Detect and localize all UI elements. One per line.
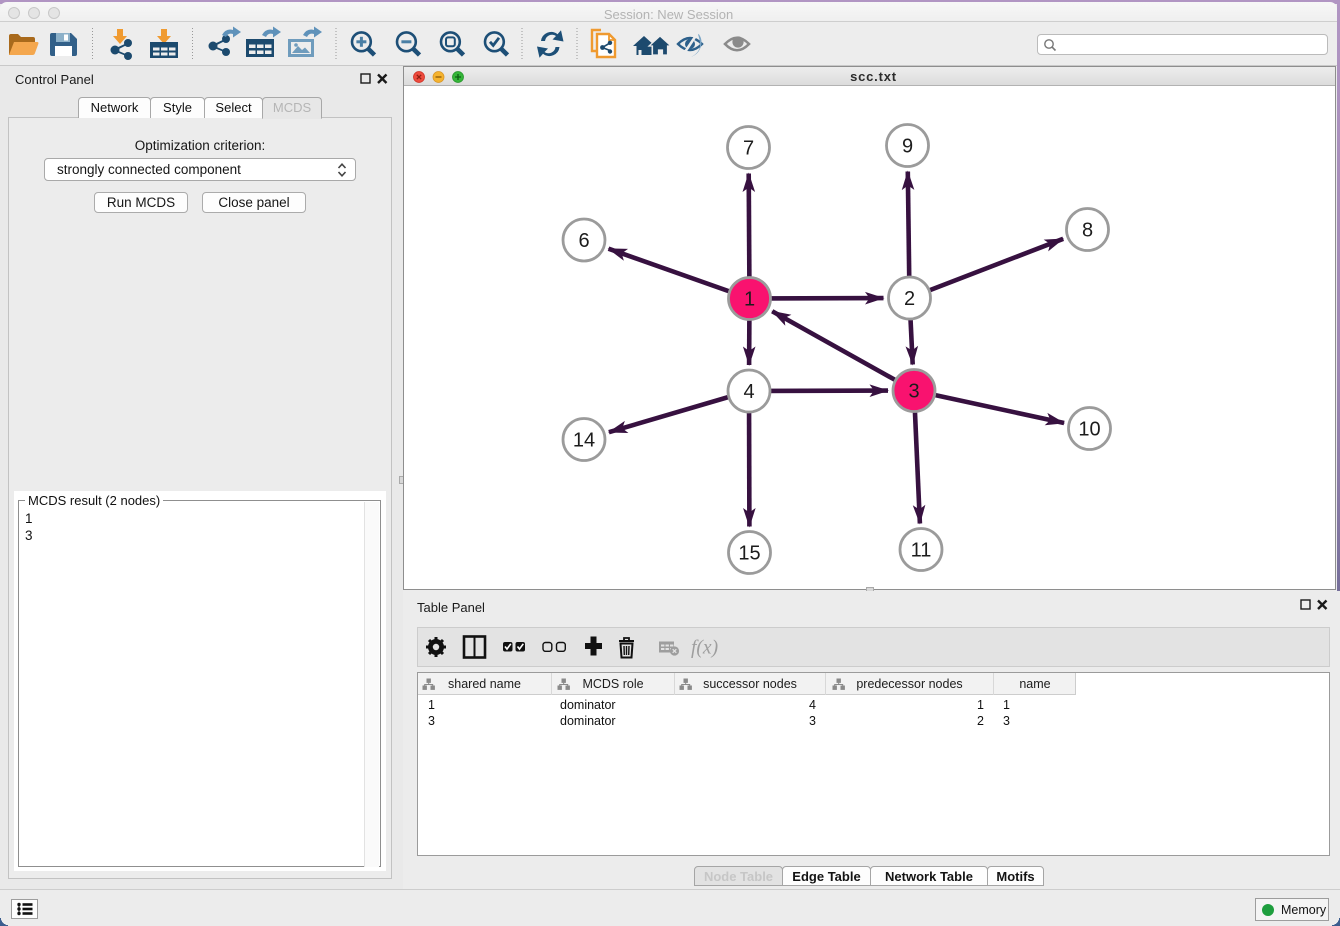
svg-text:11: 11 [911, 540, 932, 562]
svg-text:1: 1 [744, 289, 755, 311]
svg-text:3: 3 [908, 381, 919, 403]
svg-text:15: 15 [738, 543, 760, 565]
svg-text:8: 8 [1082, 220, 1093, 242]
svg-text:10: 10 [1078, 419, 1100, 441]
svg-text:9: 9 [902, 136, 913, 158]
svg-text:6: 6 [578, 230, 589, 252]
svg-text:f(x): f(x) [691, 638, 718, 659]
svg-text:4: 4 [743, 381, 754, 403]
svg-text:7: 7 [743, 138, 754, 160]
svg-text:14: 14 [573, 430, 595, 452]
svg-text:2: 2 [904, 288, 915, 310]
